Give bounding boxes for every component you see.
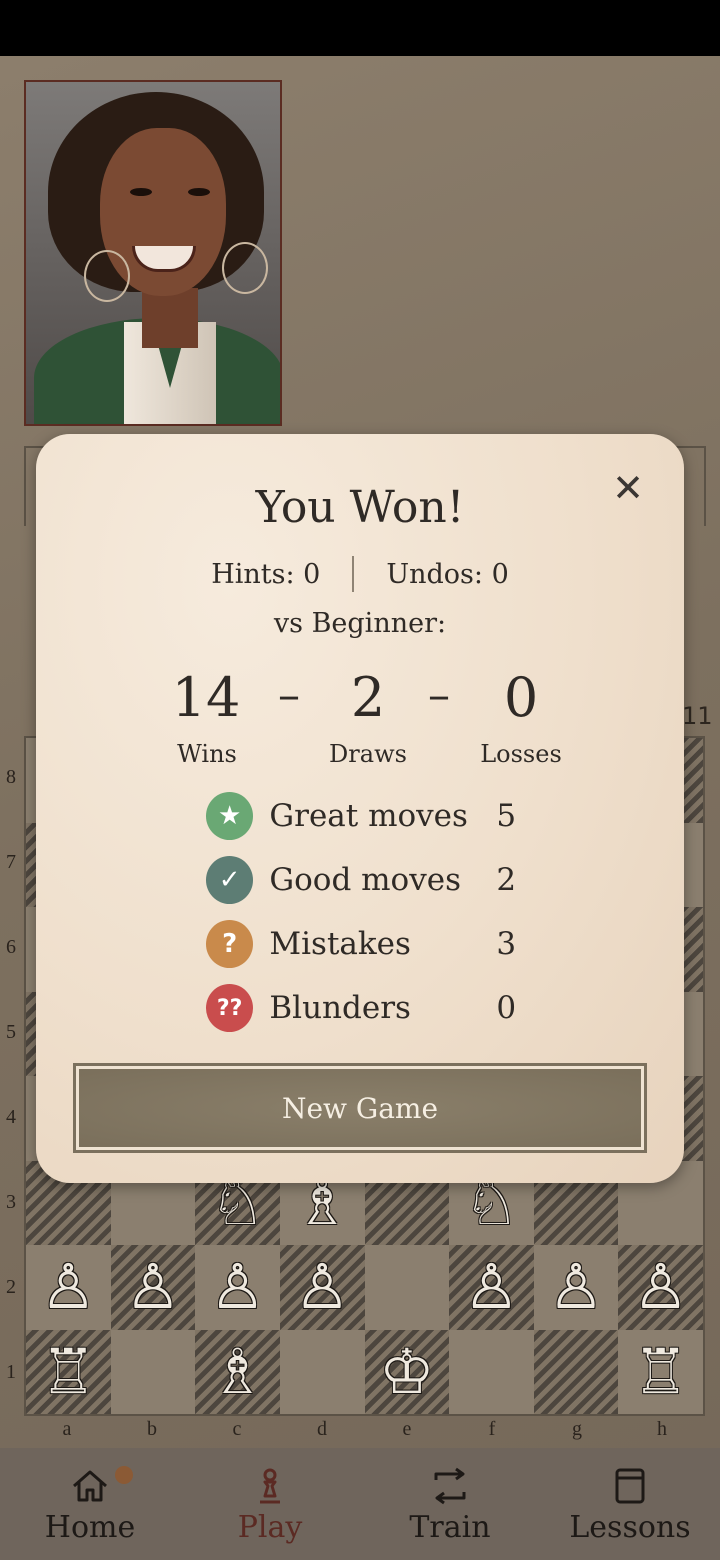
stat-value: 3 — [496, 926, 517, 962]
portrait-eye — [188, 188, 210, 196]
double-question-icon: ?? — [206, 984, 254, 1032]
nav-home-label: Home — [44, 1510, 136, 1545]
file-label: b — [147, 1418, 157, 1440]
square-e2[interactable] — [364, 1245, 450, 1330]
nav-home[interactable]: Home — [0, 1448, 180, 1560]
square-c2[interactable]: ♙ — [195, 1245, 280, 1330]
white-pawn[interactable]: ♙ — [195, 1245, 280, 1330]
wins-label: Wins — [177, 740, 237, 768]
rank-label: 3 — [6, 1191, 16, 1213]
draws-count: 2 — [350, 666, 386, 729]
nav-play[interactable]: Play — [180, 1448, 360, 1560]
stat-row: ✓ Good moves 2 — [206, 856, 526, 904]
hints-undos-row: Hints: 0 Undos: 0 — [36, 556, 684, 592]
opponent-portrait — [24, 80, 282, 426]
white-king[interactable]: ♔ — [365, 1330, 450, 1415]
result-title: You Won! — [255, 482, 465, 533]
book-icon — [615, 1468, 645, 1504]
square-d2[interactable]: ♙ — [279, 1245, 365, 1330]
bottom-nav: Home Play Train Lessons — [0, 1448, 720, 1560]
white-pawn[interactable]: ♙ — [534, 1245, 619, 1330]
square-c1[interactable]: ♗ — [195, 1329, 280, 1415]
file-label: a — [62, 1418, 72, 1440]
nav-lessons[interactable]: Lessons — [540, 1448, 720, 1560]
stat-row: ? Mistakes 3 — [206, 920, 526, 968]
divider — [352, 556, 355, 592]
undos-count: Undos: 0 — [386, 558, 509, 590]
square-d1[interactable] — [279, 1329, 365, 1414]
stat-value: 0 — [496, 990, 517, 1026]
stat-label: Good moves — [269, 862, 461, 898]
clock-label: 11 — [682, 702, 713, 730]
white-rook[interactable]: ♖ — [618, 1330, 703, 1415]
portrait-earring — [84, 250, 130, 302]
home-icon — [73, 1470, 107, 1502]
portrait-earring — [222, 242, 268, 294]
white-pawn[interactable]: ♙ — [618, 1245, 703, 1330]
square-a1[interactable]: ♖ — [26, 1329, 111, 1415]
stat-row: ?? Blunders 0 — [206, 984, 526, 1032]
rank-label: 2 — [6, 1276, 16, 1298]
file-label: g — [572, 1418, 582, 1440]
portrait-eye — [130, 188, 152, 196]
square-b2[interactable]: ♙ — [110, 1245, 196, 1330]
opponent-level: vs Beginner: — [273, 608, 447, 639]
hints-count: Hints: 0 — [211, 558, 321, 590]
rank-label: 5 — [6, 1021, 16, 1043]
square-h1[interactable]: ♖ — [618, 1329, 703, 1415]
star-icon: ★ — [206, 792, 254, 840]
new-game-button[interactable]: New Game — [73, 1063, 647, 1153]
white-pawn[interactable]: ♙ — [449, 1245, 534, 1330]
portrait-neck — [142, 288, 198, 348]
rank-label: 1 — [6, 1361, 16, 1383]
file-label: e — [402, 1418, 412, 1440]
record-dash: – — [278, 670, 300, 721]
square-e1[interactable]: ♔ — [364, 1329, 450, 1415]
square-g1[interactable] — [533, 1329, 619, 1414]
rank-label: 7 — [6, 851, 16, 873]
rank-label: 8 — [6, 766, 16, 788]
stat-label: Blunders — [269, 990, 411, 1026]
stat-row: ★ Great moves 5 — [206, 792, 526, 840]
stat-label: Mistakes — [269, 926, 411, 962]
stat-label: Great moves — [269, 798, 468, 834]
square-f1[interactable] — [449, 1329, 534, 1414]
draws-label: Draws — [329, 740, 407, 768]
square-g2[interactable]: ♙ — [533, 1245, 619, 1330]
white-pawn[interactable]: ♙ — [26, 1245, 111, 1330]
white-pawn[interactable]: ♙ — [280, 1245, 365, 1330]
nav-train-label: Train — [409, 1510, 491, 1545]
square-f2[interactable]: ♙ — [449, 1245, 534, 1330]
rank-label: 6 — [6, 936, 16, 958]
file-label: h — [657, 1418, 667, 1440]
square-h2[interactable]: ♙ — [618, 1245, 703, 1330]
notification-dot — [115, 1466, 133, 1484]
nav-train[interactable]: Train — [360, 1448, 540, 1560]
stat-value: 5 — [496, 798, 517, 834]
file-label: d — [317, 1418, 327, 1440]
stat-value: 2 — [496, 862, 517, 898]
square-a2[interactable]: ♙ — [26, 1245, 111, 1330]
white-rook[interactable]: ♖ — [26, 1330, 111, 1415]
status-bar — [0, 0, 720, 56]
losses-count: 0 — [503, 666, 539, 729]
rank-label: 4 — [6, 1106, 16, 1128]
pawn-icon — [260, 1468, 280, 1504]
white-pawn[interactable]: ♙ — [111, 1245, 196, 1330]
question-icon: ? — [206, 920, 254, 968]
nav-play-label: Play — [237, 1510, 303, 1545]
square-b1[interactable] — [110, 1329, 196, 1414]
swap-icon — [434, 1467, 466, 1505]
game-result-modal: ✕ You Won! Hints: 0 Undos: 0 vs Beginner… — [36, 434, 684, 1183]
white-bishop[interactable]: ♗ — [195, 1330, 280, 1415]
file-label: c — [232, 1418, 242, 1440]
nav-lessons-label: Lessons — [569, 1510, 691, 1545]
record-dash: – — [428, 670, 450, 721]
file-label: f — [488, 1418, 496, 1440]
check-icon: ✓ — [206, 856, 254, 904]
losses-label: Losses — [480, 740, 562, 768]
wins-count: 14 — [171, 666, 241, 729]
